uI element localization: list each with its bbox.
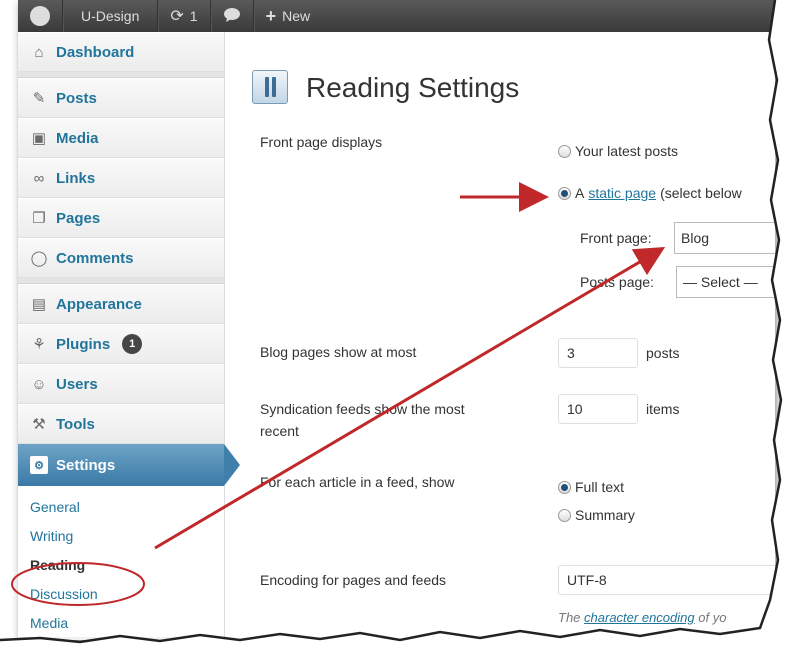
sidebar-item-settings[interactable]: ⚙ Settings [18,444,240,486]
wordpress-icon: W [30,6,50,26]
front-page-select-label: Front page: [580,230,652,246]
blog-pages-value: 3 [567,345,575,361]
sidebar-item-dashboard[interactable]: ⌂ Dashboard [18,32,224,72]
encoding-label: Encoding for pages and feeds [260,572,447,588]
blog-pages-unit: posts [646,345,680,361]
syndication-label-line2: recent [260,423,299,439]
static-page-option[interactable]: A static page (select below [558,185,742,201]
sidebar-item-media[interactable]: ▣ Media [18,118,224,158]
screenshot-frame: W U-Design ⟳ 1 + New ⌂ Dashboard ✎ Posts [18,0,775,640]
feed-article-label: For each article in a feed, show [260,474,455,490]
comment-bubble-icon [223,7,241,26]
settings-icon: ⚙ [30,456,48,474]
encoding-note-prefix: The [558,610,581,625]
admin-bar: W U-Design ⟳ 1 + New [18,0,775,32]
encoding-note-suffix: of yo [698,610,727,625]
comments-button[interactable] [211,0,254,32]
admin-sidebar: ⌂ Dashboard ✎ Posts ▣ Media ∞ Links ❐ Pa… [18,32,240,640]
pin-icon: ✎ [32,90,46,107]
site-name: U-Design [81,8,140,24]
appearance-icon: ▤ [31,296,47,313]
summary-radio[interactable] [558,508,571,522]
users-icon: ☺ [31,375,47,393]
encoding-input[interactable]: UTF-8 [558,565,775,595]
sidebar-item-label: Comments [56,249,134,267]
sidebar-item-links[interactable]: ∞ Links [18,158,224,198]
sidebar-item-label: Dashboard [56,43,135,61]
sidebar-item-label: Links [56,169,96,187]
submenu-item-writing[interactable]: Writing [18,521,224,550]
sidebar-item-tools[interactable]: ⚒ Tools [18,404,224,444]
submenu-item-discussion[interactable]: Discussion [18,579,224,608]
full-text-radio[interactable] [558,480,571,494]
submenu-item-reading[interactable]: Reading [18,550,224,579]
sidebar-item-users[interactable]: ☺ Users [18,364,224,404]
posts-page-select-label: Posts page: [580,274,654,290]
static-page-suffix: (select below [660,185,742,201]
full-text-option[interactable]: Full text [558,479,624,495]
encoding-value: UTF-8 [567,572,607,588]
submenu-item-general[interactable]: General [18,492,224,521]
refresh-icon: ⟳ [170,8,184,25]
new-content-button[interactable]: + New [254,0,323,32]
posts-page-select[interactable]: — Select — [676,266,775,298]
sidebar-item-label: Plugins [56,335,111,353]
new-label: New [282,8,311,24]
sidebar-item-plugins[interactable]: ⚘ Plugins 1 [18,324,224,364]
static-page-link[interactable]: static page [588,185,656,201]
latest-posts-label: Your latest posts [575,143,678,159]
sidebar-item-comments[interactable]: ◯ Comments [18,238,224,278]
updates-count: 1 [189,8,198,24]
page-title: Reading Settings [306,72,520,103]
sidebar-item-appearance[interactable]: ▤ Appearance [18,284,224,324]
settings-page-icon [252,70,288,104]
latest-posts-option[interactable]: Your latest posts [558,143,678,159]
sidebar-item-label: Media [56,129,99,147]
sidebar-item-label: Appearance [56,295,142,313]
home-icon: ⌂ [34,43,44,61]
plugin-icon: ⚘ [32,336,46,353]
updates-button[interactable]: ⟳ 1 [158,0,211,32]
blog-pages-input[interactable]: 3 [558,338,638,368]
sidebar-item-label: Settings [56,456,116,474]
sidebar-item-label: Users [56,375,98,393]
pages-icon: ❐ [32,210,46,227]
front-page-select[interactable]: Blog [674,222,775,254]
static-page-radio[interactable] [558,186,571,200]
summary-label: Summary [575,507,635,523]
syndication-value: 10 [567,401,583,417]
front-page-value: Blog [681,230,710,246]
posts-page-value: — Select — [683,274,758,290]
front-page-displays-label: Front page displays [260,134,383,150]
sidebar-item-label: Pages [56,209,101,227]
main-content: Reading Settings Front page displays You… [226,32,775,640]
static-page-prefix: A [575,185,585,201]
settings-submenu: General Writing Reading Discussion Media [18,486,224,637]
wp-logo-button[interactable]: W [18,0,63,32]
comment-icon: ◯ [30,250,48,267]
tools-icon: ⚒ [32,416,46,433]
encoding-description: The character encoding of yo [558,610,726,625]
latest-posts-radio[interactable] [558,144,571,158]
syndication-input[interactable]: 10 [558,394,638,424]
syndication-label-line1: Syndication feeds show the most [260,401,465,417]
sidebar-item-label: Tools [56,415,95,433]
sidebar-item-posts[interactable]: ✎ Posts [18,78,224,118]
sidebar-item-label: Posts [56,89,97,107]
character-encoding-link[interactable]: character encoding [584,610,695,625]
submenu-item-media[interactable]: Media [18,608,224,637]
sidebar-item-pages[interactable]: ❐ Pages [18,198,224,238]
full-text-label: Full text [575,479,625,495]
plugin-update-badge: 1 [122,334,143,354]
summary-option[interactable]: Summary [558,507,635,523]
site-name-link[interactable]: U-Design [63,0,159,32]
link-icon: ∞ [33,169,45,187]
blog-pages-label: Blog pages show at most [260,344,417,360]
media-icon: ▣ [31,130,47,147]
syndication-unit: items [646,401,680,417]
plus-icon: + [265,5,277,26]
